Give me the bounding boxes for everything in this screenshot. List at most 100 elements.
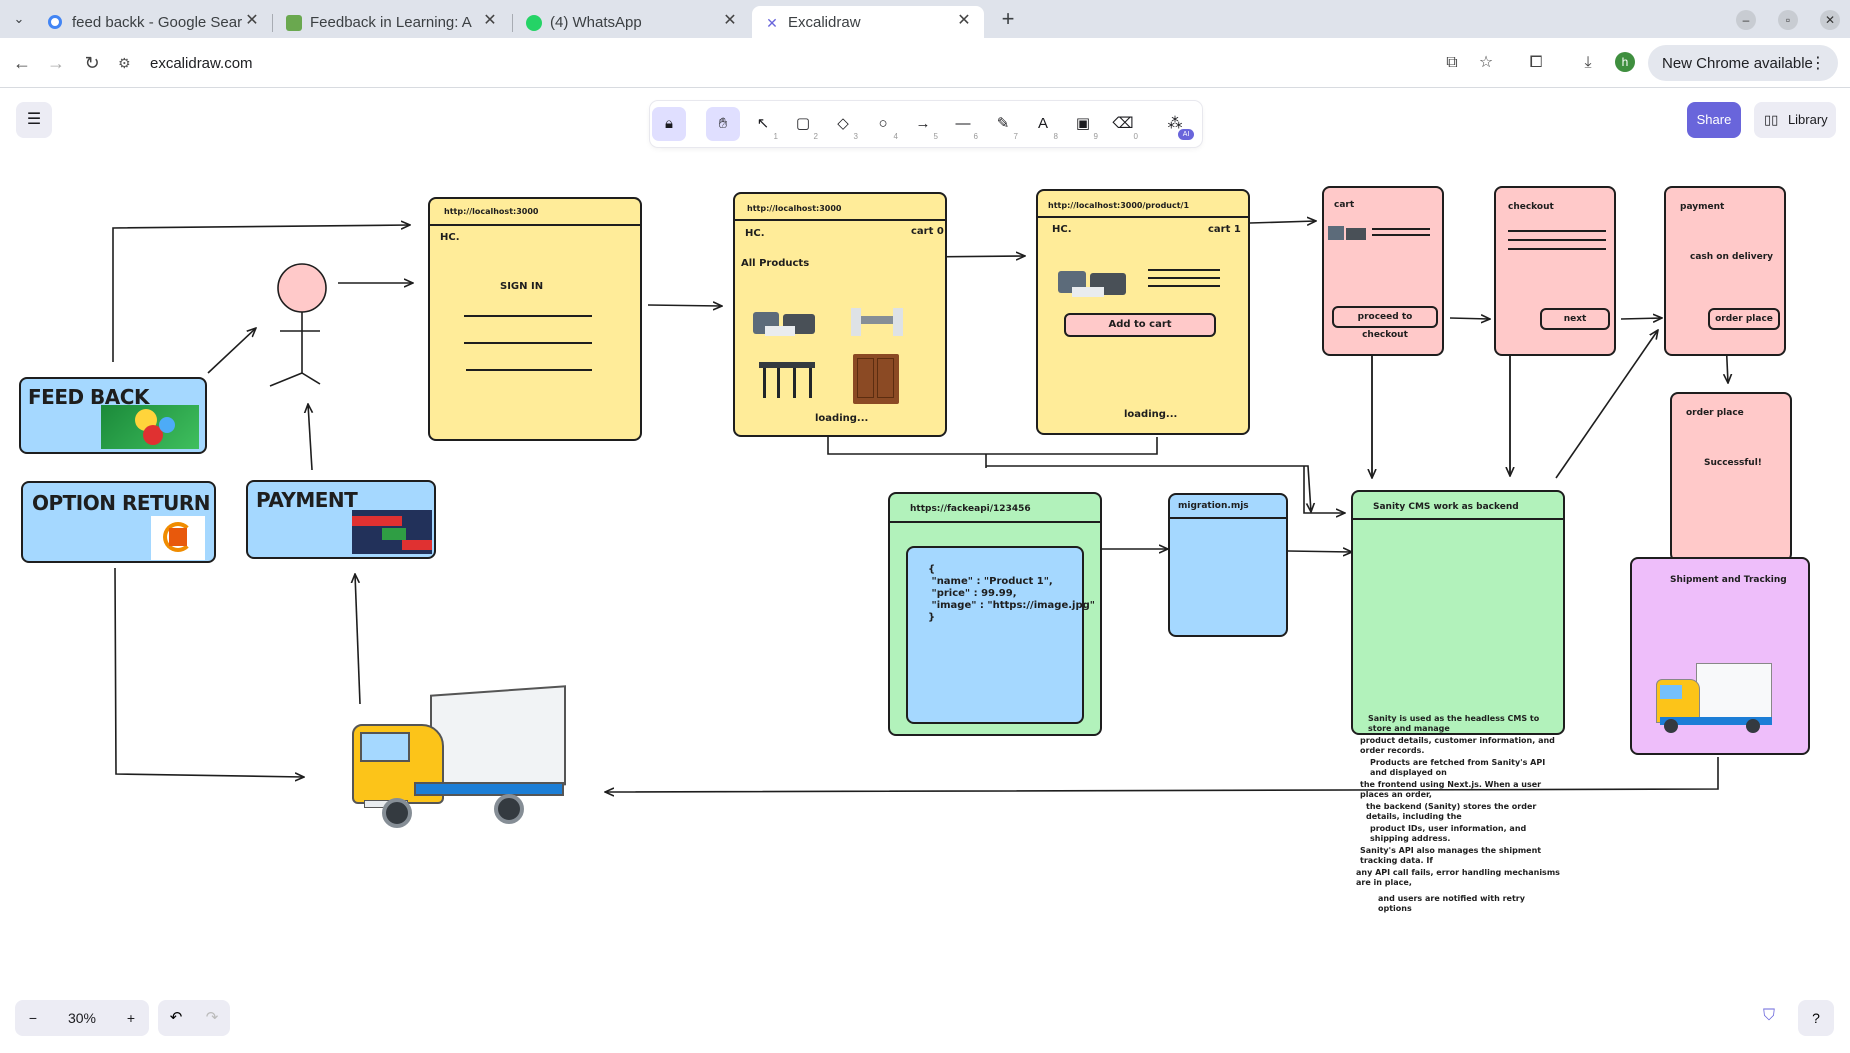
checkout-line: [1508, 239, 1606, 241]
feedback-emoji-image: [101, 405, 199, 449]
help-icon[interactable]: ?: [1798, 1000, 1834, 1036]
download-icon[interactable]: ⤓: [1576, 51, 1600, 75]
cart-item-image: [1328, 222, 1368, 244]
product-url: http://localhost:3000/product/1: [1048, 201, 1190, 210]
sanity-line: Sanity is used as the headless CMS to st…: [1368, 714, 1540, 733]
excalidraw-canvas[interactable]: ☰ 🔒︎ ✋︎ ↖ 1 ▢ 2 ◇ 3 ○ 4 → 5 —6 ✎ 7 A8 ▣ 9 ⌫ 0 ⁂ A…: [0, 88, 1850, 1053]
zoom-in-button[interactable]: +: [113, 1000, 149, 1036]
menu-dots-icon[interactable]: ⋮: [1810, 53, 1826, 73]
products-logo: HC.: [745, 228, 765, 239]
payment-hands-image: [352, 510, 432, 554]
install-app-icon[interactable]: ⧉: [1440, 51, 1464, 75]
delivery-truck-image: [344, 685, 566, 828]
tab-excalidraw[interactable]: ✕ Excalidraw ✕: [752, 6, 984, 38]
close-icon[interactable]: ✕: [720, 11, 740, 31]
shipment-tracking-card[interactable]: Shipment and Tracking: [1630, 557, 1810, 755]
option-return-card[interactable]: OPTION RETURN: [21, 481, 216, 563]
wooden-cabinet-image: [853, 354, 899, 404]
tab-title: feed backk - Google Sear: [72, 13, 243, 31]
url-text[interactable]: excalidraw.com: [150, 55, 253, 72]
sanity-line: product details, customer information, a…: [1360, 736, 1555, 755]
checkout-wireframe[interactable]: checkout next: [1494, 186, 1616, 356]
cart-line: [1372, 228, 1430, 230]
forward-icon[interactable]: →: [44, 51, 68, 75]
product-loading: loading...: [1124, 409, 1178, 420]
close-icon[interactable]: ✕: [954, 11, 974, 31]
back-icon[interactable]: ←: [10, 51, 34, 75]
sanity-title: Sanity CMS work as backend: [1373, 502, 1519, 512]
order-place-wireframe[interactable]: order place Successful!: [1670, 392, 1792, 562]
new-chrome-available-button[interactable]: New Chrome available ⋮: [1648, 45, 1838, 81]
file-divider: [1170, 517, 1286, 519]
product-logo: HC.: [1052, 224, 1072, 235]
update-label: New Chrome available: [1662, 54, 1813, 72]
payment-wireframe[interactable]: payment cash on delivery order place: [1664, 186, 1786, 356]
sanity-line: any API call fails, error handling mecha…: [1356, 868, 1560, 887]
zoom-controls: − 30% +: [15, 1000, 149, 1036]
undo-icon[interactable]: ↶: [158, 1000, 194, 1036]
close-icon[interactable]: ✕: [242, 11, 262, 31]
url-divider: [430, 224, 640, 226]
input-line: [464, 315, 592, 317]
user-stick-figure: [269, 263, 327, 387]
payment-card-title: PAYMENT: [256, 488, 358, 512]
shield-icon[interactable]: ⛉: [1759, 1007, 1779, 1027]
tab-whatsapp[interactable]: (4) WhatsApp ✕: [514, 6, 750, 38]
reload-icon[interactable]: ↻: [80, 51, 104, 75]
products-loading: loading...: [815, 413, 869, 424]
tab-strip: ⌄ feed backk - Google Sear ✕ Feedback in…: [0, 0, 1850, 38]
tab-title: Excalidraw: [788, 13, 861, 31]
products-wireframe[interactable]: http://localhost:3000 HC. cart 0 All Pro…: [733, 192, 947, 437]
omnibox[interactable]: ⚙ excalidraw.com: [118, 45, 1418, 81]
fakeapi-url: https://fackeapi/123456: [910, 504, 1031, 514]
products-heading: All Products: [741, 258, 810, 269]
signin-wireframe[interactable]: http://localhost:3000 HC. SIGN IN: [428, 197, 642, 441]
history-controls: ↶ ↷: [158, 1000, 230, 1036]
site-info-icon[interactable]: ⚙: [118, 55, 140, 72]
minimize-icon[interactable]: –: [1736, 10, 1756, 30]
fakeapi-card[interactable]: https://fackeapi/123456 { "name" : "Prod…: [888, 492, 1102, 736]
tab-separator: [272, 14, 273, 32]
shipment-title: Shipment and Tracking: [1670, 575, 1787, 585]
restore-icon[interactable]: ▫: [1778, 10, 1798, 30]
sanity-description: Sanity is used as the headless CMS to st…: [1356, 714, 1560, 916]
address-bar: ← → ↻ ⚙ excalidraw.com ⧉ ☆ ⧠ ⤓ h New Chr…: [0, 38, 1850, 88]
checkout-line: [1508, 230, 1606, 232]
tab-title: (4) WhatsApp: [550, 13, 642, 31]
sanity-divider: [1353, 518, 1563, 520]
bar-stools-image: [759, 356, 817, 398]
redo-icon[interactable]: ↷: [194, 1000, 230, 1036]
cart-wireframe[interactable]: cart proceed to checkout: [1322, 186, 1444, 356]
products-cart: cart 0: [911, 226, 944, 237]
payment-card[interactable]: PAYMENT: [246, 480, 436, 559]
whatsapp-icon: [526, 15, 542, 31]
extensions-icon[interactable]: ⧠: [1524, 51, 1548, 75]
bookmark-star-icon[interactable]: ☆: [1474, 51, 1498, 75]
zoom-out-button[interactable]: −: [15, 1000, 51, 1036]
tab-google-search[interactable]: feed backk - Google Sear ✕: [36, 6, 272, 38]
detail-line: [1148, 277, 1220, 279]
new-tab-button[interactable]: +: [995, 8, 1021, 32]
tab-feedback-learning[interactable]: Feedback in Learning: A ✕: [274, 6, 510, 38]
window-close-icon[interactable]: ✕: [1820, 10, 1840, 30]
cart-title: cart: [1334, 200, 1355, 210]
add-to-cart-button[interactable]: Add to cart: [1064, 313, 1216, 337]
small-truck-image: [1656, 663, 1776, 735]
product-detail-wireframe[interactable]: http://localhost:3000/product/1 HC. cart…: [1036, 189, 1250, 435]
next-button[interactable]: next: [1540, 308, 1610, 330]
sofa-set-image: [1058, 263, 1128, 303]
sanity-card[interactable]: Sanity CMS work as backend: [1351, 490, 1565, 735]
profile-avatar[interactable]: h: [1615, 52, 1635, 72]
migration-title: migration.mjs: [1178, 501, 1249, 511]
proceed-to-checkout-button[interactable]: proceed to checkout: [1332, 306, 1438, 340]
zoom-level[interactable]: 30%: [51, 1000, 113, 1036]
close-icon[interactable]: ✕: [480, 11, 500, 31]
json-payload: { "name" : "Product 1", "price" : 99.99,…: [928, 564, 1095, 623]
migration-card[interactable]: migration.mjs: [1168, 493, 1288, 637]
tab-search-button[interactable]: ⌄: [6, 7, 32, 31]
feedback-icon: [286, 15, 302, 31]
feedback-card[interactable]: FEED BACK: [19, 377, 207, 454]
detail-line: [1148, 269, 1220, 271]
order-place-button[interactable]: order place: [1708, 308, 1780, 330]
signin-url: http://localhost:3000: [444, 207, 539, 216]
